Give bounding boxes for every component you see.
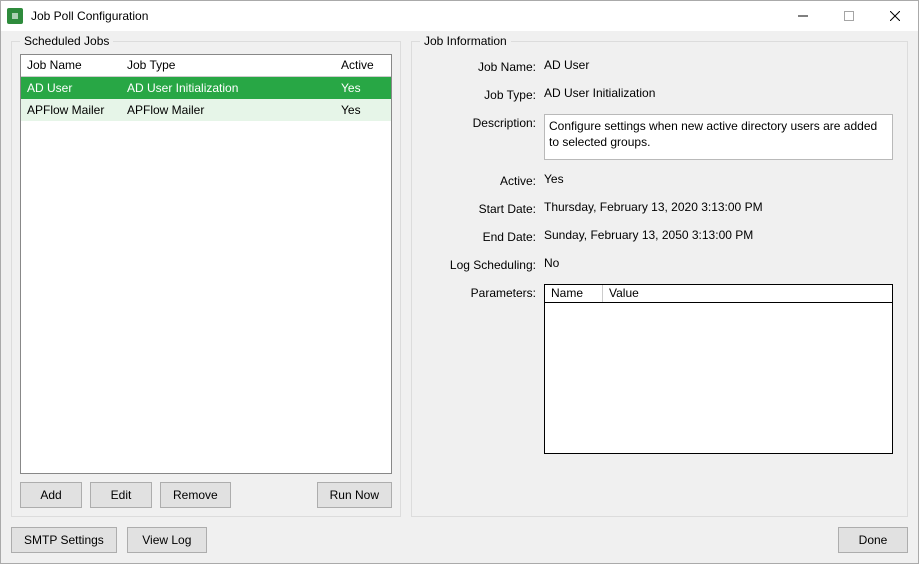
col-header-name[interactable]: Job Name: [21, 55, 121, 76]
param-col-value[interactable]: Value: [603, 285, 892, 302]
jobs-buttons: Add Edit Remove Run Now: [20, 482, 392, 508]
jobs-grid-header: Job Name Job Type Active: [21, 55, 391, 77]
cell-job-active: Yes: [335, 100, 391, 120]
scheduled-jobs-legend: Scheduled Jobs: [20, 34, 113, 48]
value-active: Yes: [544, 172, 893, 188]
parameters-header: Name Value: [545, 285, 892, 303]
job-information-legend: Job Information: [420, 34, 511, 48]
label-parameters: Parameters:: [426, 284, 536, 454]
value-end-date: Sunday, February 13, 2050 3:13:00 PM: [544, 228, 893, 244]
cell-job-name: AD User: [21, 78, 121, 98]
value-log-scheduling: No: [544, 256, 893, 272]
label-job-type: Job Type:: [426, 86, 536, 102]
maximize-button[interactable]: [826, 1, 872, 31]
app-icon: [7, 8, 23, 24]
table-row[interactable]: APFlow Mailer APFlow Mailer Yes: [21, 99, 391, 121]
col-header-type[interactable]: Job Type: [121, 55, 335, 76]
content-area: Scheduled Jobs Job Name Job Type Active …: [1, 31, 918, 563]
minimize-button[interactable]: [780, 1, 826, 31]
window-controls: [780, 1, 918, 31]
edit-button[interactable]: Edit: [90, 482, 152, 508]
upper-panels: Scheduled Jobs Job Name Job Type Active …: [11, 41, 908, 517]
label-active: Active:: [426, 172, 536, 188]
jobs-grid[interactable]: Job Name Job Type Active AD User AD User…: [20, 54, 392, 474]
value-parameters: Name Value: [544, 284, 893, 454]
value-job-type: AD User Initialization: [544, 86, 893, 102]
label-end-date: End Date:: [426, 228, 536, 244]
cell-job-name: APFlow Mailer: [21, 100, 121, 120]
spacer: [239, 482, 309, 508]
value-start-date: Thursday, February 13, 2020 3:13:00 PM: [544, 200, 893, 216]
scheduled-jobs-panel: Scheduled Jobs Job Name Job Type Active …: [11, 41, 401, 517]
add-button[interactable]: Add: [20, 482, 82, 508]
value-job-name: AD User: [544, 58, 893, 74]
cell-job-type: AD User Initialization: [121, 78, 335, 98]
job-info-grid: Job Name: AD User Job Type: AD User Init…: [420, 54, 899, 508]
bottom-bar: SMTP Settings View Log Done: [11, 527, 908, 553]
remove-button[interactable]: Remove: [160, 482, 231, 508]
cell-job-type: APFlow Mailer: [121, 100, 335, 120]
app-window: Job Poll Configuration Scheduled Jobs Jo…: [0, 0, 919, 564]
smtp-settings-button[interactable]: SMTP Settings: [11, 527, 117, 553]
value-description: Configure settings when new active direc…: [544, 114, 893, 160]
titlebar: Job Poll Configuration: [1, 1, 918, 31]
window-title: Job Poll Configuration: [31, 9, 780, 23]
done-button[interactable]: Done: [838, 527, 908, 553]
param-col-name[interactable]: Name: [545, 285, 603, 302]
description-box[interactable]: Configure settings when new active direc…: [544, 114, 893, 160]
run-now-button[interactable]: Run Now: [317, 482, 392, 508]
jobs-grid-body: AD User AD User Initialization Yes APFlo…: [21, 77, 391, 473]
table-row[interactable]: AD User AD User Initialization Yes: [21, 77, 391, 99]
job-information-panel: Job Information Job Name: AD User Job Ty…: [411, 41, 908, 517]
label-description: Description:: [426, 114, 536, 160]
close-button[interactable]: [872, 1, 918, 31]
label-start-date: Start Date:: [426, 200, 536, 216]
col-header-active[interactable]: Active: [335, 55, 391, 76]
label-job-name: Job Name:: [426, 58, 536, 74]
parameters-table[interactable]: Name Value: [544, 284, 893, 454]
label-log-scheduling: Log Scheduling:: [426, 256, 536, 272]
cell-job-active: Yes: [335, 78, 391, 98]
view-log-button[interactable]: View Log: [127, 527, 207, 553]
